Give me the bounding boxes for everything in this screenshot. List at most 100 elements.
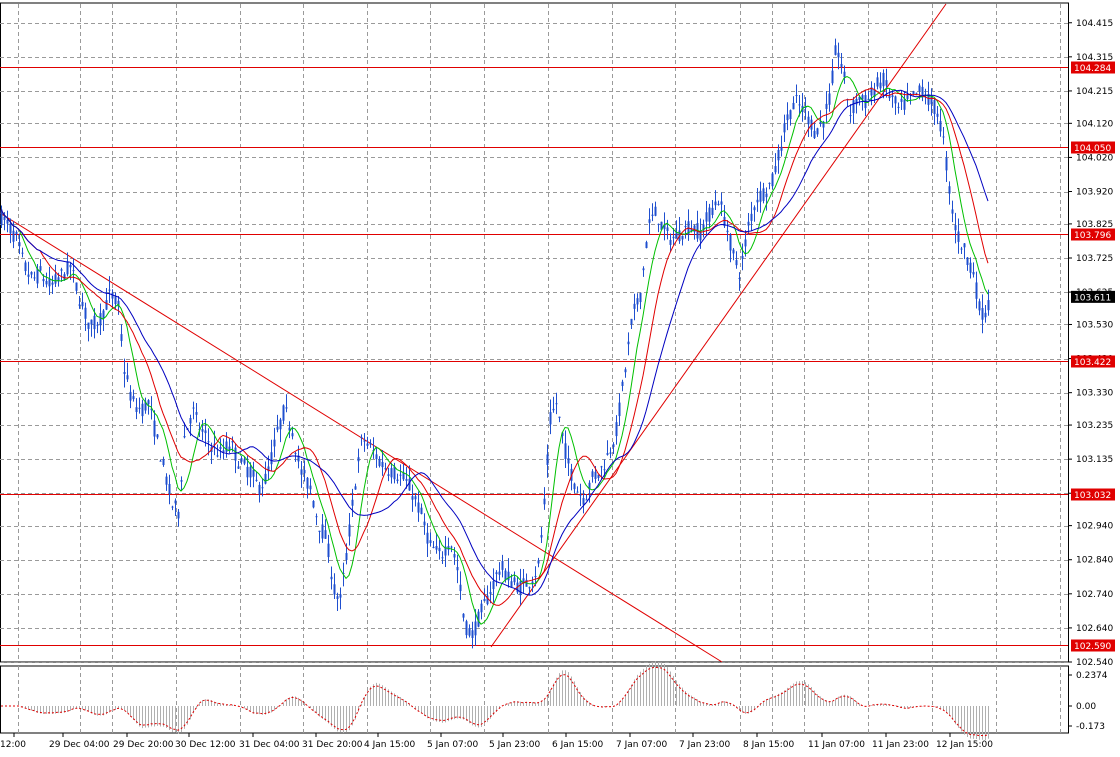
candle-body [789, 110, 792, 120]
candle-body [234, 447, 237, 461]
candle-body [939, 120, 942, 132]
candle-body [399, 474, 402, 476]
candle-body [204, 430, 207, 434]
candle-body [114, 295, 117, 305]
candle-body [780, 146, 783, 151]
candle-body [522, 578, 525, 583]
candle-body [897, 106, 900, 108]
candle-body [765, 193, 768, 198]
candle-body [819, 121, 822, 124]
level-label: 103.032 [1074, 491, 1111, 501]
candle-body [291, 433, 294, 437]
y-tick-label: 103.330 [1076, 389, 1113, 399]
candle-body [378, 458, 381, 466]
candle-body [552, 408, 555, 411]
candle-body [657, 223, 660, 225]
candle-body [510, 581, 513, 588]
candle-body [387, 474, 390, 476]
x-tick-label: 5 Jan 23:00 [489, 740, 541, 750]
candle-body [294, 453, 297, 455]
candle-body [912, 91, 915, 95]
candle-body [603, 469, 606, 471]
candle-body [981, 307, 984, 320]
candle-body [216, 455, 219, 457]
candle-body [741, 255, 744, 259]
y-tick-label: 104.415 [1076, 19, 1113, 29]
candle-body [168, 483, 171, 494]
candle-body [309, 485, 312, 490]
candle-body [162, 459, 165, 466]
candle-body [876, 77, 879, 87]
x-tick-label: 11 Jan 07:00 [808, 740, 865, 750]
candle-body [969, 262, 972, 273]
candle-body [534, 575, 537, 577]
y-tick-label: 103.135 [1076, 455, 1113, 465]
candle-body [546, 454, 549, 465]
x-tick-label: 8 Jan 15:00 [743, 740, 795, 750]
candle-body [279, 419, 282, 430]
candle-body [618, 402, 621, 417]
candle-body [363, 440, 366, 442]
candle-body [651, 214, 654, 216]
y-tick-label: 102.640 [1076, 624, 1113, 634]
candle-body [918, 85, 921, 92]
candle-body [792, 102, 795, 110]
candle-body [630, 318, 633, 325]
candle-body [99, 313, 102, 326]
y-tick-label: 104.315 [1076, 53, 1113, 63]
candle-body [414, 496, 417, 500]
candle-body [948, 186, 951, 194]
candle-body [87, 322, 90, 329]
candle-body [426, 532, 429, 544]
x-tick-label: 11 Jan 23:00 [872, 740, 929, 750]
candle-body [153, 420, 156, 437]
candle-body [96, 324, 99, 326]
candle-body [339, 594, 342, 598]
candle-body [423, 521, 426, 526]
candle-body [705, 212, 708, 222]
candle-body [813, 130, 816, 139]
candle-body [513, 577, 516, 583]
candle-body [882, 72, 885, 87]
candle-body [591, 471, 594, 477]
candle-body [891, 95, 894, 98]
candle-body [327, 543, 330, 558]
candle-body [831, 70, 834, 84]
candle-body [66, 261, 69, 275]
candle-body [459, 584, 462, 592]
candle-body [816, 128, 819, 135]
candle-body [123, 372, 126, 374]
candle-body [798, 104, 801, 106]
x-tick-label: 29 Dec 20:00 [113, 740, 174, 750]
candle-body [18, 242, 21, 247]
candle-body [600, 466, 603, 468]
candle-body [435, 546, 438, 550]
candle-body [177, 511, 180, 519]
candle-body [222, 450, 225, 452]
candle-body [381, 461, 384, 468]
candle-body [189, 418, 192, 424]
candle-body [984, 312, 987, 318]
candle-body [501, 560, 504, 570]
candle-body [507, 571, 510, 581]
candle-body [306, 477, 309, 489]
candle-body [432, 546, 435, 549]
price-chart[interactable]: 104.415 104.315 104.215 104.120 104.020 103.9… [0, 0, 1120, 757]
candle-body [33, 277, 36, 279]
candle-body [627, 341, 630, 345]
candle-body [69, 264, 72, 268]
osc-tick-label: 0.00 [1076, 702, 1096, 712]
candle-body [471, 630, 474, 639]
candle-body [126, 375, 129, 380]
candle-body [333, 584, 336, 595]
candle-body [180, 480, 183, 482]
candle-body [249, 466, 252, 478]
candle-body [219, 446, 222, 449]
candle-body [54, 274, 57, 284]
candle-body [579, 494, 582, 496]
candle-body [543, 498, 546, 505]
candle-body [576, 491, 579, 493]
candle-body [774, 166, 777, 173]
candle-body [942, 136, 945, 138]
candle-body [915, 92, 918, 94]
